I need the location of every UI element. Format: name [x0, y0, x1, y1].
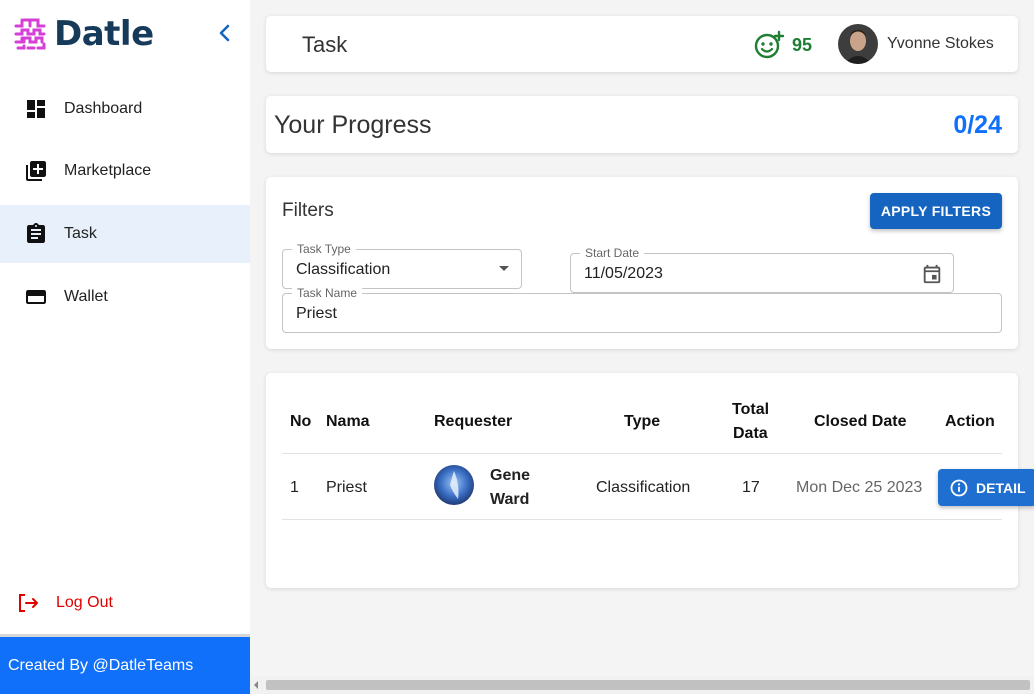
score-indicator: 95 — [754, 30, 812, 60]
avatar — [838, 24, 878, 64]
col-header-action: Action — [945, 413, 995, 430]
col-header-requester: Requester — [434, 413, 513, 430]
horizontal-scrollbar[interactable] — [250, 676, 1034, 694]
chevron-left-icon[interactable] — [214, 22, 236, 44]
header-bar: Task 95 Yvonne Stokes — [266, 16, 1018, 72]
sidebar-item-dashboard[interactable]: Dashboard — [0, 80, 250, 138]
progress-label: Your Progress — [274, 111, 432, 139]
detail-button[interactable]: DETAIL — [938, 469, 1034, 506]
detail-button-label: DETAIL — [976, 479, 1026, 496]
avatar — [434, 465, 474, 505]
sidebar-item-wallet[interactable]: Wallet — [0, 268, 250, 326]
filters-card: Filters APPLY FILTERS Task Type Classifi… — [266, 177, 1018, 349]
logout-icon — [19, 594, 38, 612]
cell-requester-first: Gene — [490, 467, 531, 484]
user-menu[interactable]: Yvonne Stokes — [838, 24, 994, 64]
sidebar-item-label: Dashboard — [64, 100, 143, 117]
task-type-value: Classification — [296, 261, 391, 278]
logout-button[interactable]: Log Out — [16, 590, 113, 616]
sidebar-item-label: Marketplace — [64, 162, 152, 179]
start-date-field[interactable]: Start Date 11/05/2023 — [570, 246, 954, 293]
col-header-total: Total — [732, 401, 770, 418]
sidebar-footer: Created By @DatleTeams — [0, 637, 250, 694]
scrollbar-thumb[interactable] — [266, 680, 1030, 690]
sidebar-item-label: Task — [64, 225, 97, 242]
task-type-select[interactable]: Task Type Classification — [282, 242, 522, 289]
footer-text: Created By @DatleTeams — [8, 656, 194, 674]
sidebar-item-task[interactable]: Task — [0, 205, 250, 263]
filters-title: Filters — [282, 200, 334, 221]
cell-no: 1 — [290, 479, 299, 496]
brand[interactable]: Datle — [10, 12, 154, 56]
task-table-card: No Nama Requester Type Total Data Closed… — [266, 373, 1034, 588]
user-name: Yvonne Stokes — [887, 35, 994, 52]
start-date-value: 11/05/2023 — [584, 265, 663, 282]
cell-requester-last: Ward — [490, 491, 530, 508]
task-type-legend: Task Type — [292, 242, 356, 256]
row-divider — [282, 519, 1002, 520]
apply-filters-button[interactable]: APPLY FILTERS — [870, 193, 1002, 229]
col-header-data: Data — [733, 425, 768, 442]
cell-nama: Priest — [326, 479, 367, 496]
sidebar: Datle Dashboard Marketplace Task Wallet — [0, 0, 250, 694]
task-name-field[interactable]: Task Name Priest — [282, 286, 1002, 333]
scroll-left-icon[interactable] — [254, 681, 258, 689]
cell-type: Classification — [596, 479, 691, 496]
info-icon — [950, 479, 968, 496]
progress-value: 0/24 — [953, 111, 1002, 139]
wallet-icon — [26, 290, 46, 304]
calendar-icon[interactable] — [921, 263, 943, 285]
smiley-plus-icon — [754, 30, 784, 59]
clipboard-icon — [27, 223, 45, 243]
progress-card: Your Progress 0/24 — [266, 96, 1018, 153]
page-title: Task — [302, 32, 348, 57]
col-header-no: No — [290, 413, 312, 430]
add-box-icon — [26, 161, 46, 181]
sidebar-item-label: Wallet — [64, 288, 108, 305]
brand-name: Datle — [54, 14, 154, 54]
brand-logo-icon — [14, 18, 46, 50]
score-value: 95 — [792, 34, 813, 55]
header-divider — [282, 453, 1002, 454]
caret-down-icon — [499, 266, 509, 271]
logout-label: Log Out — [56, 594, 113, 611]
col-header-type: Type — [624, 413, 661, 430]
start-date-legend: Start Date — [580, 246, 645, 260]
cell-total-data: 17 — [742, 479, 760, 496]
task-name-value: Priest — [296, 305, 337, 322]
col-header-nama: Nama — [326, 413, 370, 430]
task-name-legend: Task Name — [292, 286, 363, 300]
cell-closed-date: Mon Dec 25 2023 — [796, 479, 923, 496]
col-header-closed-date: Closed Date — [814, 413, 907, 430]
dashboard-icon — [27, 100, 45, 118]
sidebar-item-marketplace[interactable]: Marketplace — [0, 142, 250, 200]
